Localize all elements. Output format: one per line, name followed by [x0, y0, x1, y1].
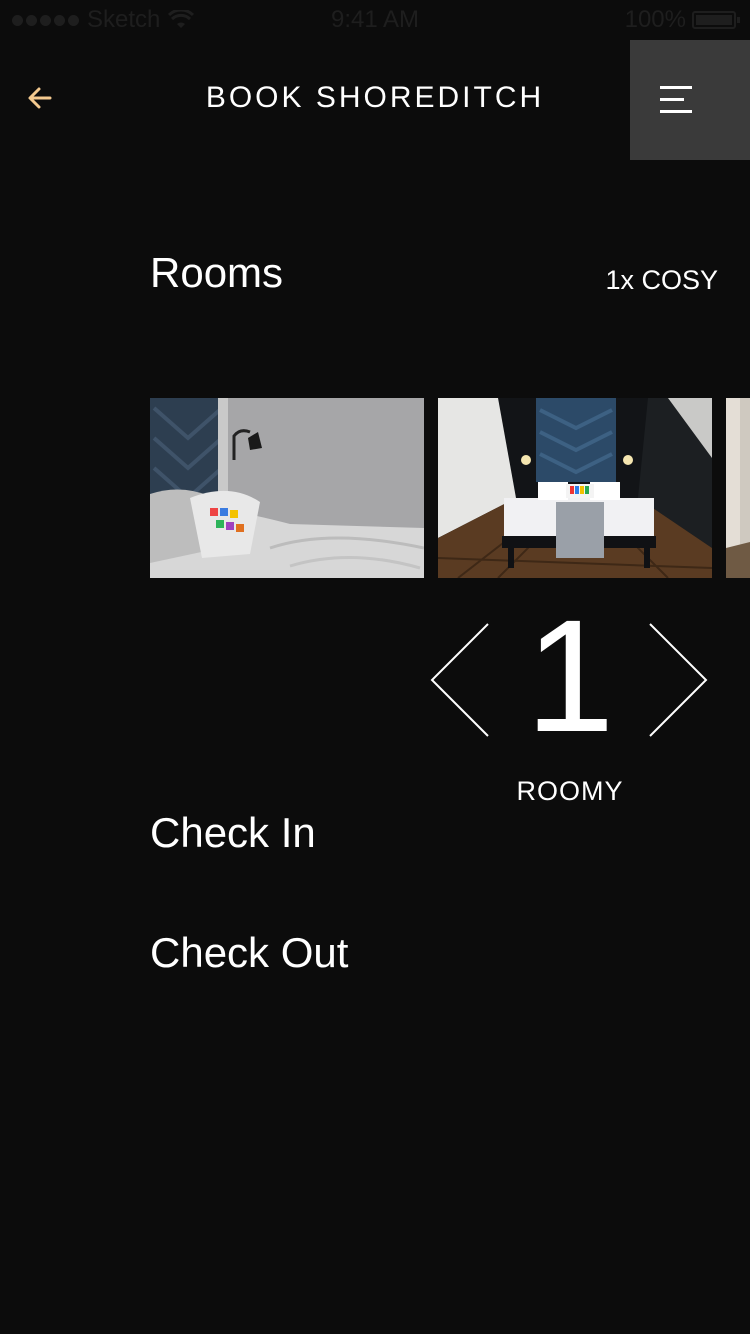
room-photo-1[interactable]: [150, 398, 424, 578]
room-count-value: 1: [525, 586, 615, 765]
chevron-right-icon: [649, 623, 708, 737]
battery-icon: [692, 11, 740, 29]
battery-percentage: 100%: [624, 6, 686, 33]
room-carousel[interactable]: [150, 398, 750, 578]
check-out-selector[interactable]: Check Out: [150, 928, 348, 978]
chevron-left-icon: [430, 623, 489, 737]
booking-screen: Sketch 9:41 AM 100% BOOK SHOREDITCH Room…: [0, 0, 750, 1334]
next-room-button[interactable]: [646, 620, 710, 740]
rooms-heading: Rooms: [150, 249, 284, 296]
room-photo-3[interactable]: [726, 398, 750, 578]
previous-room-button[interactable]: [428, 620, 492, 740]
room-type-label: ROOMY: [516, 776, 624, 806]
room-photo-2[interactable]: [438, 398, 712, 578]
hamburger-menu-icon: [660, 86, 692, 122]
check-in-selector[interactable]: Check In: [150, 808, 316, 858]
menu-button[interactable]: [630, 40, 750, 160]
status-right: 100%: [624, 6, 740, 34]
rooms-summary: 1x COSY: [605, 265, 718, 295]
status-bar: Sketch 9:41 AM 100%: [0, 0, 750, 40]
